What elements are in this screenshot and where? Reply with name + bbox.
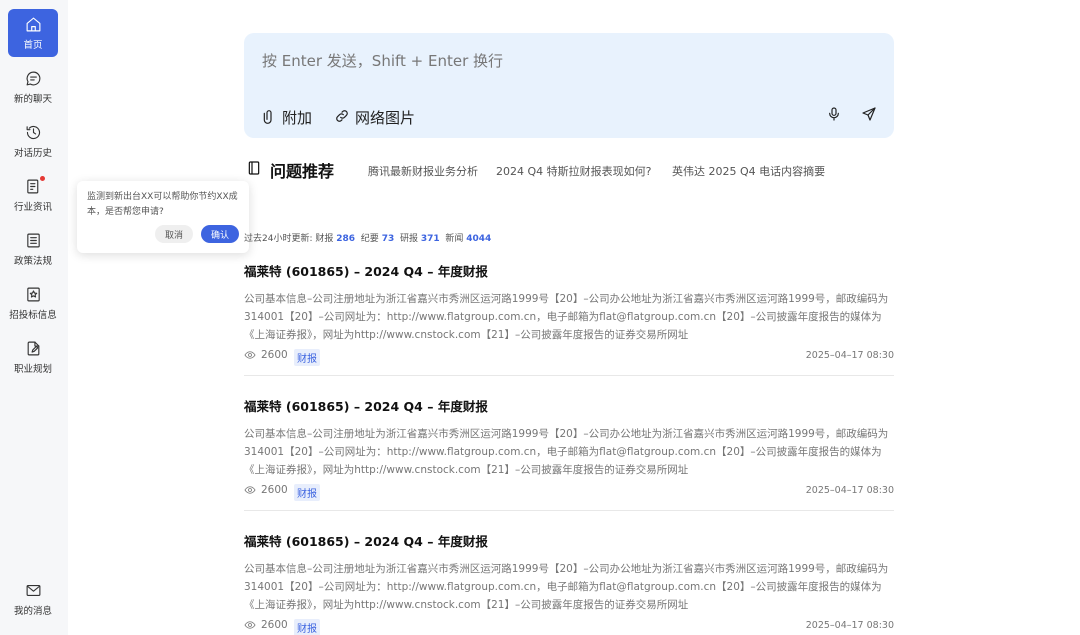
question-item[interactable]: 2024 Q4 特斯拉财报表现如何?	[496, 163, 651, 179]
sidebar: 首页 新的聊天 对话历史 行业资讯 政策法规 招投标信息 职业规划 我的消息	[0, 0, 68, 635]
send-icon	[861, 106, 877, 126]
paperclip-icon	[261, 108, 277, 128]
bidding-icon	[25, 286, 42, 303]
popover-message: 监测到新出台XX可以帮助你节约XX成本，是否帮您申请?	[87, 192, 238, 217]
sidebar-item-label: 我的消息	[13, 605, 52, 617]
views-count: 2600	[244, 619, 288, 631]
eye-icon	[244, 486, 256, 494]
sidebar-item-label: 对话历史	[13, 147, 52, 159]
stats-value: 73	[381, 234, 395, 244]
web-image-button[interactable]: 网络图片	[334, 107, 415, 128]
article-date: 2025–04–17 08:30	[805, 620, 894, 631]
sidebar-item-career[interactable]: 职业规划	[8, 333, 58, 381]
career-icon	[25, 340, 42, 357]
eye-icon	[244, 621, 256, 629]
stats-label: 研报	[399, 234, 418, 244]
sidebar-item-label: 新的聊天	[13, 93, 52, 105]
history-icon	[25, 124, 42, 141]
category-tag[interactable]: 财报	[294, 619, 320, 635]
sidebar-item-label: 首页	[23, 39, 43, 51]
questions-header: 问题推荐	[246, 158, 334, 182]
send-button[interactable]	[860, 107, 878, 125]
confirm-button[interactable]: 确认	[201, 225, 239, 243]
sidebar-item-label: 政策法规	[13, 255, 52, 267]
microphone-icon	[826, 106, 842, 126]
article-card[interactable]: 福莱特 (601865) – 2024 Q4 – 年度财报 公司基本信息–公司注…	[244, 261, 894, 366]
notification-popover: 监测到新出台XX可以帮助你节约XX成本，是否帮您申请? 取消 确认	[77, 181, 249, 253]
article-date: 2025–04–17 08:30	[805, 350, 894, 361]
mail-icon	[25, 582, 42, 599]
article-title[interactable]: 福莱特 (601865) – 2024 Q4 – 年度财报	[244, 396, 894, 415]
question-item[interactable]: 腾讯最新财报业务分析	[368, 163, 478, 179]
views-count: 2600	[244, 349, 288, 361]
cancel-button[interactable]: 取消	[155, 225, 193, 243]
article-body: 公司基本信息–公司注册地址为浙江省嘉兴市秀洲区运河路1999号【20】–公司办公…	[244, 563, 889, 611]
stats-label: 财报	[315, 234, 334, 244]
stats-prefix: 过去24小时更新:	[244, 234, 313, 244]
microphone-button[interactable]	[825, 107, 843, 125]
sidebar-item-policy[interactable]: 政策法规	[8, 225, 58, 273]
news-icon	[25, 175, 45, 195]
views-value: 2600	[261, 484, 288, 496]
link-icon	[334, 108, 350, 128]
divider	[244, 510, 894, 511]
category-tag[interactable]: 财报	[294, 484, 320, 501]
article-title[interactable]: 福莱特 (601865) – 2024 Q4 – 年度财报	[244, 261, 894, 280]
attach-button[interactable]: 附加	[261, 107, 312, 128]
stats-value: 4044	[466, 234, 492, 244]
stats-value: 371	[420, 234, 440, 244]
article-date: 2025–04–17 08:30	[805, 485, 894, 496]
views-value: 2600	[261, 349, 288, 361]
sidebar-item-messages[interactable]: 我的消息	[8, 575, 58, 623]
article-body: 公司基本信息–公司注册地址为浙江省嘉兴市秀洲区运河路1999号【20】–公司办公…	[244, 428, 889, 476]
book-icon	[246, 160, 262, 180]
sidebar-item-home[interactable]: 首页	[8, 9, 58, 57]
category-tag[interactable]: 财报	[294, 349, 320, 366]
web-image-label: 网络图片	[355, 109, 416, 127]
divider	[244, 375, 894, 376]
chat-input-placeholder[interactable]: 按 Enter 发送，Shift + Enter 换行	[262, 50, 503, 71]
article-card[interactable]: 福莱特 (601865) – 2024 Q4 – 年度财报 公司基本信息–公司注…	[244, 531, 894, 635]
sidebar-item-history[interactable]: 对话历史	[8, 117, 58, 165]
notification-dot	[39, 175, 45, 181]
update-stats: 过去24小时更新: 财报 286 纪要 73 研报 371 新闻 4044	[244, 231, 491, 244]
sidebar-item-bidding[interactable]: 招投标信息	[8, 279, 58, 327]
questions-title: 问题推荐	[270, 162, 335, 181]
article-title[interactable]: 福莱特 (601865) – 2024 Q4 – 年度财报	[244, 531, 894, 550]
eye-icon	[244, 351, 256, 359]
chat-icon	[25, 70, 42, 87]
question-item[interactable]: 英伟达 2025 Q4 电话内容摘要	[672, 163, 825, 179]
sidebar-item-label: 行业资讯	[13, 201, 52, 213]
stats-label: 纪要	[360, 234, 379, 244]
article-body: 公司基本信息–公司注册地址为浙江省嘉兴市秀洲区运河路1999号【20】–公司办公…	[244, 293, 889, 341]
article-card[interactable]: 福莱特 (601865) – 2024 Q4 – 年度财报 公司基本信息–公司注…	[244, 396, 894, 501]
policy-icon	[25, 232, 42, 249]
stats-label: 新闻	[445, 234, 464, 244]
sidebar-item-industry-news[interactable]: 行业资讯	[8, 171, 58, 219]
attach-label: 附加	[282, 109, 313, 127]
stats-value: 286	[336, 234, 356, 244]
views-value: 2600	[261, 619, 288, 631]
sidebar-item-new-chat[interactable]: 新的聊天	[8, 63, 58, 111]
sidebar-item-label: 招投标信息	[9, 309, 57, 321]
home-icon	[25, 16, 42, 33]
chat-input-box[interactable]: 按 Enter 发送，Shift + Enter 换行 附加 网络图片	[244, 33, 894, 138]
views-count: 2600	[244, 484, 288, 496]
sidebar-item-label: 职业规划	[13, 363, 52, 375]
